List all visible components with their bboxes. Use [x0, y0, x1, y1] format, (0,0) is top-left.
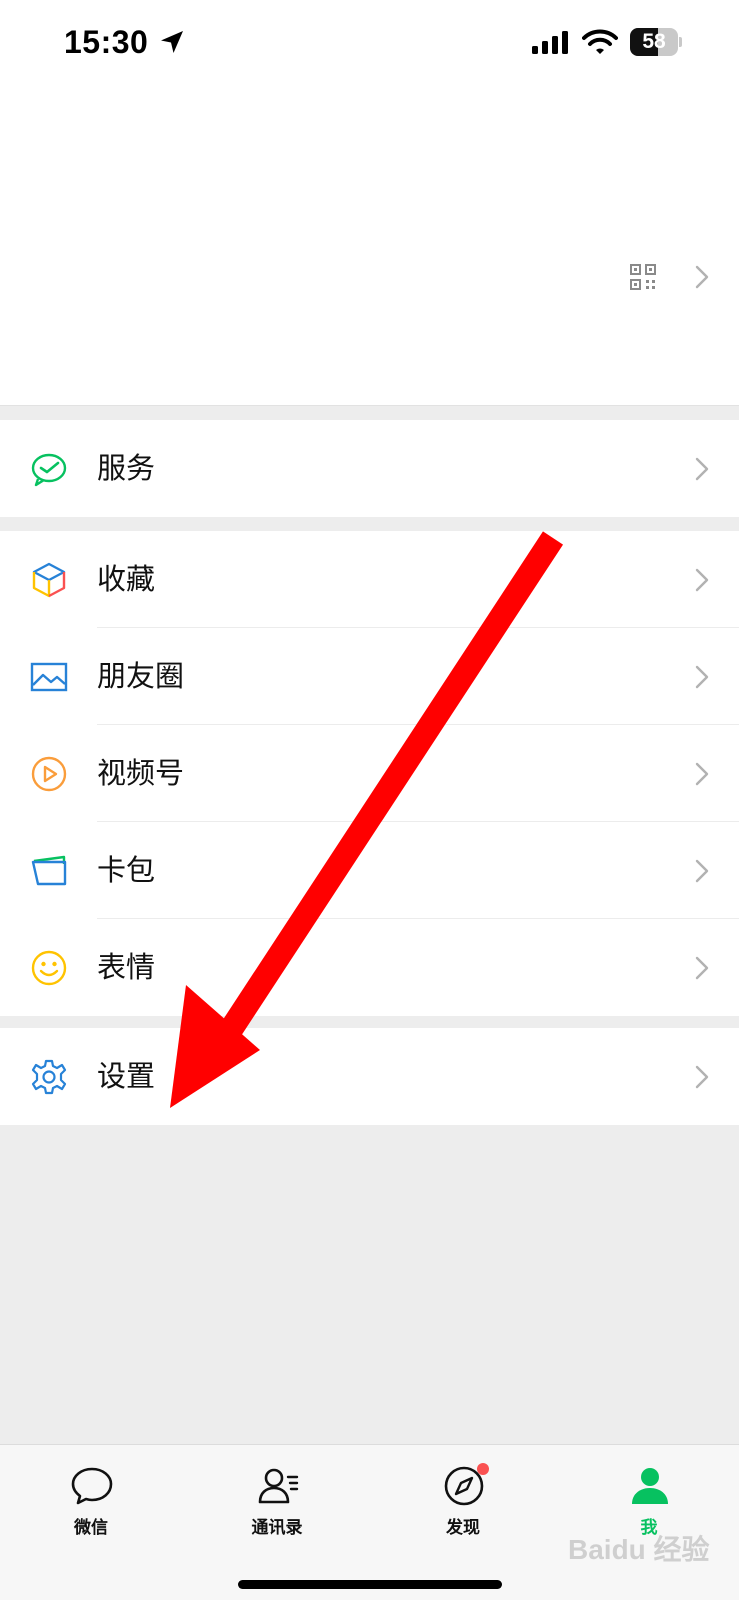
watermark: Baidu 经验: [568, 1534, 710, 1565]
menu-item-label: 设置: [97, 1059, 156, 1093]
menu-item-cards[interactable]: 卡包: [0, 822, 739, 919]
status-bar: 15:30 58: [0, 0, 739, 88]
menu-item-label: 卡包: [97, 853, 156, 887]
menu-item-favorites[interactable]: 收藏: [0, 531, 739, 628]
tab-label: 通讯录: [251, 1518, 303, 1538]
notification-dot: [477, 1463, 489, 1475]
profile-header[interactable]: [0, 88, 739, 406]
channels-play-icon: [31, 756, 67, 792]
menu-item-label: 视频号: [97, 756, 185, 790]
chevron-right-icon: [695, 265, 709, 289]
chevron-right-icon: [695, 956, 709, 980]
home-indicator[interactable]: [238, 1580, 502, 1589]
chevron-right-icon: [695, 568, 709, 592]
wifi-icon: [582, 29, 618, 54]
menu-item-label: 朋友圈: [97, 659, 185, 693]
tab-chats[interactable]: 微信: [31, 1445, 151, 1555]
settings-gear-icon: [31, 1059, 67, 1095]
battery-percent: 58: [642, 30, 666, 53]
favorites-cube-icon: [32, 562, 66, 598]
menu-item-stickers[interactable]: 表情: [0, 919, 739, 1016]
cellular-signal-icon: [532, 31, 568, 54]
menu-item-label: 表情: [97, 950, 156, 984]
tab-label: 微信: [74, 1518, 108, 1538]
menu-item-settings[interactable]: 设置: [0, 1028, 739, 1125]
battery-indicator: 58: [630, 28, 682, 56]
chevron-right-icon: [695, 1065, 709, 1089]
chevron-right-icon: [695, 665, 709, 689]
tab-discover[interactable]: 发现: [403, 1445, 523, 1555]
cards-wallet-icon: [31, 855, 67, 886]
menu-item-channels[interactable]: 视频号: [0, 725, 739, 822]
menu-item-moments[interactable]: 朋友圈: [0, 628, 739, 725]
tab-label: 发现: [446, 1518, 480, 1538]
menu-group-service: 服务: [0, 420, 739, 517]
tab-bar: 微信 通讯录 发现 我: [0, 1444, 739, 1600]
chat-bubble-icon: [71, 1467, 113, 1505]
chevron-right-icon: [695, 859, 709, 883]
chevron-right-icon: [695, 762, 709, 786]
menu-group-main: 收藏 朋友圈 视频号 卡包 表情: [0, 531, 739, 1016]
qr-code-icon[interactable]: [630, 264, 656, 290]
tab-contacts[interactable]: 通讯录: [217, 1445, 337, 1555]
service-icon: [31, 453, 67, 487]
location-arrow-icon: [161, 31, 183, 53]
sticker-smile-icon: [31, 950, 67, 986]
menu-item-service[interactable]: 服务: [0, 420, 739, 517]
menu-group-settings: 设置: [0, 1028, 739, 1125]
me-person-icon: [632, 1468, 668, 1504]
contacts-icon: [258, 1468, 299, 1504]
moments-image-icon: [30, 662, 68, 692]
status-time: 15:30: [64, 24, 149, 60]
menu-item-label: 收藏: [97, 562, 156, 596]
chevron-right-icon: [695, 457, 709, 481]
menu-item-label: 服务: [97, 451, 156, 485]
